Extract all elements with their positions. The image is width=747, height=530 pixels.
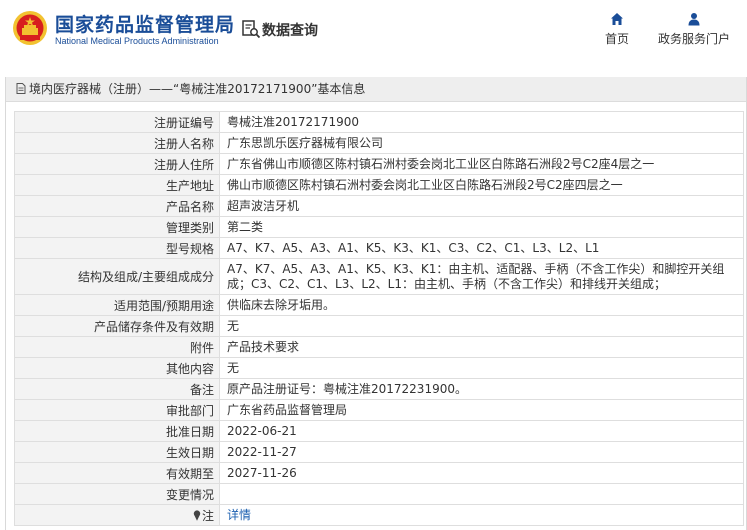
field-label: 产品名称 [14, 195, 220, 217]
field-value: A7、K7、A5、A3、A1、K5、K3、K1、C3、C2、C1、L3、L2、L… [219, 237, 744, 259]
person-icon [688, 13, 700, 26]
field-value: 无 [219, 357, 744, 379]
field-label: 注册证编号 [14, 111, 220, 133]
table-row: 变更情况 [14, 483, 744, 505]
field-label: 型号规格 [14, 237, 220, 259]
nav-portal-label: 政务服务门户 [657, 32, 730, 46]
pin-icon [193, 509, 201, 521]
field-label-note: 注 [14, 504, 220, 526]
table-row: 附件 产品技术要求 [14, 336, 744, 358]
field-value: 2022-11-27 [219, 441, 744, 463]
table-row: 型号规格 A7、K7、A5、A3、A1、K5、K3、K1、C3、C2、C1、L3、… [14, 237, 744, 259]
table-row: 生产地址 佛山市顺德区陈村镇石洲村委会岗北工业区白陈路石洲段2号C2座四层之一 [14, 174, 744, 196]
table-row: 注册人名称 广东思凯乐医疗器械有限公司 [14, 132, 744, 154]
site-header: 国家药品监督管理局 National Medical Products Admi… [0, 0, 747, 62]
field-label: 附件 [14, 336, 220, 358]
field-value: 供临床去除牙垢用。 [219, 294, 744, 316]
field-label: 备注 [14, 378, 220, 400]
table-row: 备注 原产品注册证号：粤械注准20172231900。 [14, 378, 744, 400]
field-value: 详情 [219, 504, 744, 526]
table-row: 生效日期 2022-11-27 [14, 441, 744, 463]
field-label: 有效期至 [14, 462, 220, 484]
field-value: 第二类 [219, 216, 744, 238]
site-title[interactable]: 国家药品监督管理局 [55, 10, 235, 37]
home-icon [611, 13, 623, 25]
table-row: 注 详情 [14, 504, 744, 526]
note-label: 注 [201, 508, 214, 523]
field-value [219, 483, 744, 505]
field-value: 广东省佛山市顺德区陈村镇石洲村委会岗北工业区白陈路石洲段2号C2座4层之一 [219, 153, 744, 175]
field-value: 粤械注准20172171900 [219, 111, 744, 133]
field-label: 产品储存条件及有效期 [14, 315, 220, 337]
field-label: 结构及组成/主要组成成分 [14, 258, 220, 295]
document-search-icon [242, 20, 261, 39]
field-label: 生产地址 [14, 174, 220, 196]
field-label: 生效日期 [14, 441, 220, 463]
field-value: 无 [219, 315, 744, 337]
info-table: 注册证编号 粤械注准20172171900 注册人名称 广东思凯乐医疗器械有限公司 … [14, 111, 744, 526]
field-label: 其他内容 [14, 357, 220, 379]
field-label: 注册人住所 [14, 153, 220, 175]
field-value: 佛山市顺德区陈村镇石洲村委会岗北工业区白陈路石洲段2号C2座四层之一 [219, 174, 744, 196]
field-label: 适用范围/预期用途 [14, 294, 220, 316]
field-value: A7、K7、A5、A3、A1、K5、K3、K1：由主机、适配器、手柄（不含工作尖… [219, 258, 744, 295]
site-title-english: National Medical Products Administration [55, 36, 219, 46]
field-label: 管理类别 [14, 216, 220, 238]
nav-home[interactable]: 首页 [600, 12, 634, 47]
panel-header: 境内医疗器械（注册）——“粤械注准20172171900”基本信息 [6, 77, 746, 102]
table-row: 产品储存条件及有效期无 [14, 315, 744, 337]
field-value: 超声波洁牙机 [219, 195, 744, 217]
field-value: 广东思凯乐医疗器械有限公司 [219, 132, 744, 154]
panel-title: 境内医疗器械（注册）——“粤械注准20172171900”基本信息 [29, 82, 366, 96]
page-title: 数据查询 [262, 23, 318, 39]
table-row: 有效期至 2027-11-26 [14, 462, 744, 484]
document-icon [16, 83, 26, 94]
field-label: 批准日期 [14, 420, 220, 442]
table-row: 产品名称 超声波洁牙机 [14, 195, 744, 217]
nav-home-label: 首页 [604, 32, 629, 46]
table-row: 注册人住所 广东省佛山市顺德区陈村镇石洲村委会岗北工业区白陈路石洲段2号C2座4层… [14, 153, 744, 175]
details-link[interactable]: 详情 [227, 508, 251, 522]
table-row: 适用范围/预期用途 供临床去除牙垢用。 [14, 294, 744, 316]
table-row: 结构及组成/主要组成成分 A7、K7、A5、A3、A1、K5、K3、K1：由主机、… [14, 258, 744, 295]
field-value: 2022-06-21 [219, 420, 744, 442]
table-row: 批准日期 2022-06-21 [14, 420, 744, 442]
table-row: 管理类别 第二类 [14, 216, 744, 238]
field-value: 产品技术要求 [219, 336, 744, 358]
field-label: 变更情况 [14, 483, 220, 505]
field-label: 注册人名称 [14, 132, 220, 154]
table-row: 其他内容无 [14, 357, 744, 379]
basic-info-panel: 境内医疗器械（注册）——“粤械注准20172171900”基本信息 注册证编号粤… [5, 77, 747, 530]
field-value: 2027-11-26 [219, 462, 744, 484]
national-emblem-icon[interactable] [12, 10, 48, 46]
field-label: 审批部门 [14, 399, 220, 421]
table-row: 注册证编号 粤械注准20172171900 [14, 111, 744, 133]
field-value: 广东省药品监督管理局 [219, 399, 744, 421]
field-value: 原产品注册证号：粤械注准20172231900。 [219, 378, 744, 400]
table-row: 审批部门 广东省药品监督管理局 [14, 399, 744, 421]
nav-service-portal[interactable]: 政务服务门户 [654, 12, 734, 47]
